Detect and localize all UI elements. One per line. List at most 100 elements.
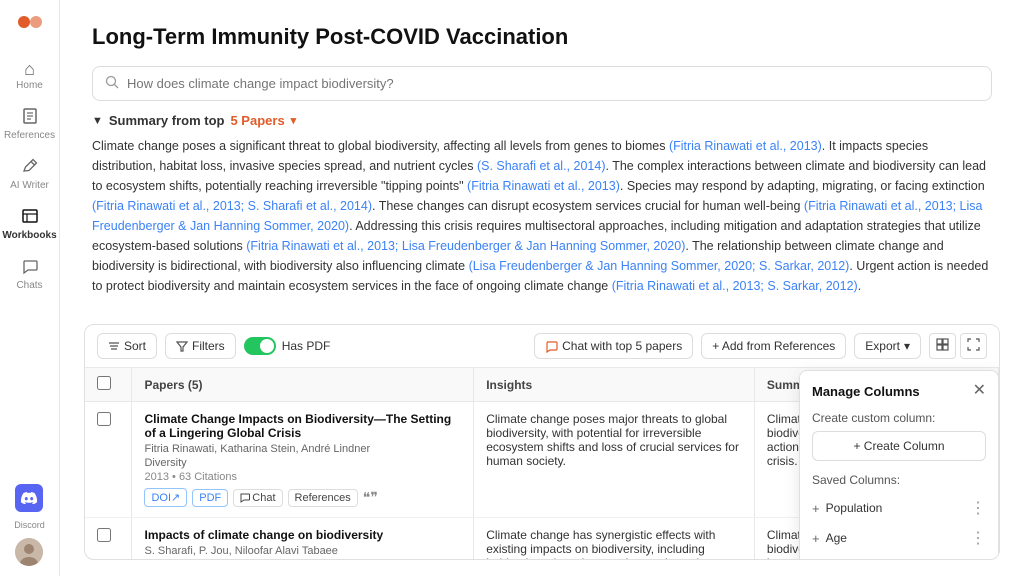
ref-link-2[interactable]: (S. Sharafi et al., 2014) (477, 159, 606, 173)
papers-count[interactable]: 5 Papers (230, 113, 284, 128)
grid-view-button[interactable] (929, 333, 956, 359)
search-bar (92, 66, 992, 101)
close-panel-button[interactable]: ✕ (973, 383, 986, 399)
sidebar-item-references-label: References (4, 130, 55, 141)
has-pdf-toggle: Has PDF (244, 337, 331, 355)
row-1-insights-cell: Climate change poses major threats to gl… (474, 402, 755, 518)
pdf-tag[interactable]: PDF (192, 489, 228, 507)
export-dropdown-icon: ▾ (904, 339, 910, 353)
sidebar-item-chats[interactable]: Chats (4, 251, 56, 297)
row-1-checkbox[interactable] (97, 412, 111, 426)
th-insights: Insights (474, 368, 755, 402)
plus-icon-2[interactable]: + (812, 531, 820, 546)
ref-link-4[interactable]: (Fitria Rinawati et al., 2013; S. Sharaf… (92, 199, 372, 213)
row-1-authors: Fitria Rinawati, Katharina Stein, André … (144, 443, 461, 455)
sidebar-item-ai-writer[interactable]: AI Writer (4, 151, 56, 197)
sort-label: Sort (124, 339, 146, 353)
ref-link-6[interactable]: (Fitria Rinawati et al., 2013; Lisa Freu… (246, 239, 685, 253)
create-column-label: Create custom column: (812, 411, 986, 425)
main-content: Long-Term Immunity Post-COVID Vaccinatio… (60, 0, 1024, 576)
row-1-title: Climate Change Impacts on Biodiversity—T… (144, 412, 461, 440)
column-population-options[interactable]: ⋮ (970, 498, 986, 518)
row-2-checkbox-cell (85, 518, 132, 560)
row-1-checkbox-cell (85, 402, 132, 518)
row-2-checkbox[interactable] (97, 528, 111, 542)
summary-label: Summary from top (109, 113, 225, 128)
discord-icon[interactable] (15, 484, 43, 512)
sidebar-item-workbooks[interactable]: Workbooks (4, 201, 56, 247)
row-2-insights: Climate change has synergistic effects w… (486, 528, 715, 559)
panel-header: Manage Columns ✕ (812, 383, 986, 399)
table-section: Sort Filters Has PDF Chat with top 5 pap… (84, 324, 1000, 560)
sidebar-item-chats-label: Chats (16, 280, 42, 291)
row-1-insights: Climate change poses major threats to gl… (486, 412, 739, 468)
row-1-meta: 2013 • 63 Citations (144, 471, 461, 483)
saved-columns-label: Saved Columns: (812, 473, 986, 487)
th-select-all[interactable] (85, 368, 132, 402)
sidebar-item-workbooks-label: Workbooks (2, 230, 56, 241)
column-population-name: Population (826, 501, 883, 515)
has-pdf-toggle-switch[interactable] (244, 337, 276, 355)
add-label: + Add from References (712, 339, 835, 353)
discord-label: Discord (14, 520, 45, 530)
search-icon (105, 75, 119, 92)
row-2-paper-cell: Impacts of climate change on biodiversit… (132, 518, 474, 560)
collapse-triangle-icon[interactable]: ▼ (92, 115, 103, 127)
sidebar: ⌂ Home References AI Writer Workbooks Ch… (0, 0, 60, 576)
chat-tag[interactable]: Chat (233, 489, 282, 507)
has-pdf-label: Has PDF (282, 339, 331, 353)
add-references-button[interactable]: + Add from References (701, 333, 846, 359)
row-2-authors: S. Sharafi, P. Jou, Niloofar Alavi Tabae… (144, 545, 461, 557)
quote-icon[interactable]: ❝❞ (363, 489, 378, 506)
sort-button[interactable]: Sort (97, 333, 157, 359)
export-button[interactable]: Export ▾ (854, 333, 921, 359)
row-2-insights-cell: Climate change has synergistic effects w… (474, 518, 755, 560)
view-toggle-buttons (929, 333, 987, 359)
table-toolbar: Sort Filters Has PDF Chat with top 5 pap… (85, 325, 999, 368)
row-1-paper-cell: Climate Change Impacts on Biodiversity—T… (132, 402, 474, 518)
chat-button[interactable]: Chat with top 5 papers (534, 333, 693, 359)
sidebar-item-aiwriter-label: AI Writer (10, 180, 49, 191)
ai-writer-icon (21, 157, 39, 178)
row-1-affiliation: Diversity (144, 457, 461, 469)
select-all-checkbox[interactable] (97, 376, 111, 390)
home-icon: ⌂ (24, 60, 35, 78)
th-papers: Papers (5) (132, 368, 474, 402)
panel-title: Manage Columns (812, 384, 920, 399)
sidebar-bottom: Discord (14, 484, 45, 566)
references-icon (21, 107, 39, 128)
row-2-title: Impacts of climate change on biodiversit… (144, 528, 461, 542)
chat-label: Chat with top 5 papers (562, 339, 682, 353)
create-column-button[interactable]: + Create Column (812, 431, 986, 461)
summary-text: Climate change poses a significant threa… (92, 136, 992, 296)
column-item-population-left: + Population (812, 501, 882, 516)
app-logo[interactable] (14, 10, 46, 42)
papers-dropdown-icon[interactable]: ▾ (291, 114, 297, 127)
column-age-name: Age (826, 531, 847, 545)
references-tag[interactable]: References (288, 489, 358, 507)
summary-header: ▼ Summary from top 5 Papers ▾ (92, 113, 992, 128)
ref-link-1[interactable]: (Fitria Rinawati et al., 2013) (669, 139, 822, 153)
filters-button[interactable]: Filters (165, 333, 236, 359)
manage-columns-panel: Manage Columns ✕ Create custom column: +… (799, 370, 999, 560)
sidebar-item-references[interactable]: References (4, 101, 56, 147)
export-label: Export (865, 339, 900, 353)
column-age-options[interactable]: ⋮ (970, 528, 986, 548)
avatar[interactable] (15, 538, 43, 566)
create-column-btn-label: + Create Column (853, 439, 944, 453)
column-item-age-left: + Age (812, 531, 847, 546)
sidebar-item-home-label: Home (16, 80, 43, 91)
row-1-tags: DOI↗ PDF Chat References ❝❞ (144, 488, 461, 507)
fullscreen-button[interactable] (960, 333, 987, 359)
doi-tag[interactable]: DOI↗ (144, 488, 187, 507)
search-input[interactable] (127, 76, 979, 91)
column-item-age: + Age ⋮ (812, 523, 986, 553)
ref-link-7[interactable]: (Lisa Freudenberger & Jan Hanning Sommer… (469, 259, 850, 273)
ref-link-8[interactable]: (Fitria Rinawati et al., 2013; S. Sarkar… (612, 279, 858, 293)
column-item-population: + Population ⋮ (812, 493, 986, 523)
sidebar-item-home[interactable]: ⌂ Home (4, 54, 56, 97)
ref-link-3[interactable]: (Fitria Rinawati et al., 2013) (467, 179, 620, 193)
page-title: Long-Term Immunity Post-COVID Vaccinatio… (92, 24, 992, 50)
workbooks-icon (21, 207, 39, 228)
plus-icon[interactable]: + (812, 501, 820, 516)
